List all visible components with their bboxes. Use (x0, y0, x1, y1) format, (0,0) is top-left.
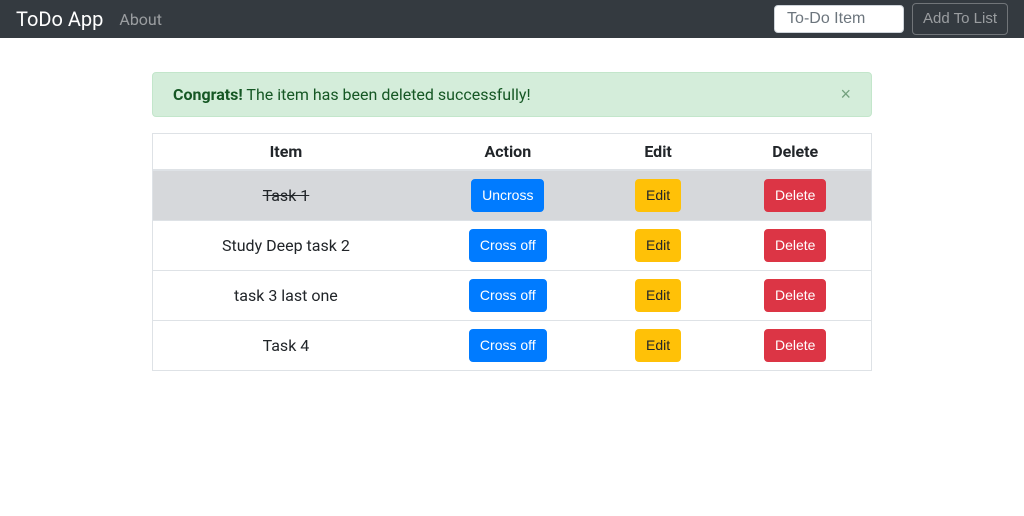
delete-button[interactable]: Delete (764, 229, 826, 262)
action-cell: Cross off (419, 321, 597, 371)
header-item: Item (153, 134, 419, 171)
delete-button[interactable]: Delete (764, 329, 826, 362)
crossoff-button[interactable]: Cross off (469, 229, 547, 262)
edit-cell: Edit (597, 271, 720, 321)
table-row: task 3 last one Cross off Edit Delete (153, 271, 872, 321)
delete-cell: Delete (719, 271, 871, 321)
alert-strong: Congrats! (173, 85, 243, 104)
header-edit: Edit (597, 134, 720, 171)
about-link[interactable]: About (119, 10, 162, 29)
success-alert: Congrats! The item has been deleted succ… (152, 72, 872, 117)
delete-button[interactable]: Delete (764, 179, 826, 212)
action-cell: Uncross (419, 170, 597, 221)
uncross-button[interactable]: Uncross (471, 179, 544, 212)
table-row: Task 1 Uncross Edit Delete (153, 170, 872, 221)
action-cell: Cross off (419, 221, 597, 271)
edit-button[interactable]: Edit (635, 279, 681, 312)
item-cell: Task 1 (153, 170, 419, 221)
todo-input[interactable] (774, 5, 904, 33)
edit-button[interactable]: Edit (635, 179, 681, 212)
header-action: Action (419, 134, 597, 171)
edit-button[interactable]: Edit (635, 229, 681, 262)
close-alert-button[interactable]: × (820, 73, 871, 115)
main-container: Congrats! The item has been deleted succ… (137, 72, 887, 371)
edit-button[interactable]: Edit (635, 329, 681, 362)
alert-message: The item has been deleted successfully! (243, 85, 531, 104)
close-icon: × (840, 84, 851, 104)
table-row: Task 4 Cross off Edit Delete (153, 321, 872, 371)
crossoff-button[interactable]: Cross off (469, 279, 547, 312)
item-cell: Study Deep task 2 (153, 221, 419, 271)
delete-cell: Delete (719, 321, 871, 371)
add-to-list-button[interactable]: Add To List (912, 3, 1008, 36)
delete-cell: Delete (719, 170, 871, 221)
delete-button[interactable]: Delete (764, 279, 826, 312)
brand-link[interactable]: ToDo App (16, 7, 103, 31)
action-cell: Cross off (419, 271, 597, 321)
edit-cell: Edit (597, 321, 720, 371)
edit-cell: Edit (597, 170, 720, 221)
crossoff-button[interactable]: Cross off (469, 329, 547, 362)
item-cell: task 3 last one (153, 271, 419, 321)
navbar: ToDo App About Add To List (0, 0, 1024, 38)
item-cell: Task 4 (153, 321, 419, 371)
todo-table: Item Action Edit Delete Task 1 Uncross Edi… (152, 133, 872, 371)
delete-cell: Delete (719, 221, 871, 271)
table-row: Study Deep task 2 Cross off Edit Delete (153, 221, 872, 271)
edit-cell: Edit (597, 221, 720, 271)
add-form: Add To List (774, 3, 1008, 36)
table-header-row: Item Action Edit Delete (153, 134, 872, 171)
header-delete: Delete (719, 134, 871, 171)
